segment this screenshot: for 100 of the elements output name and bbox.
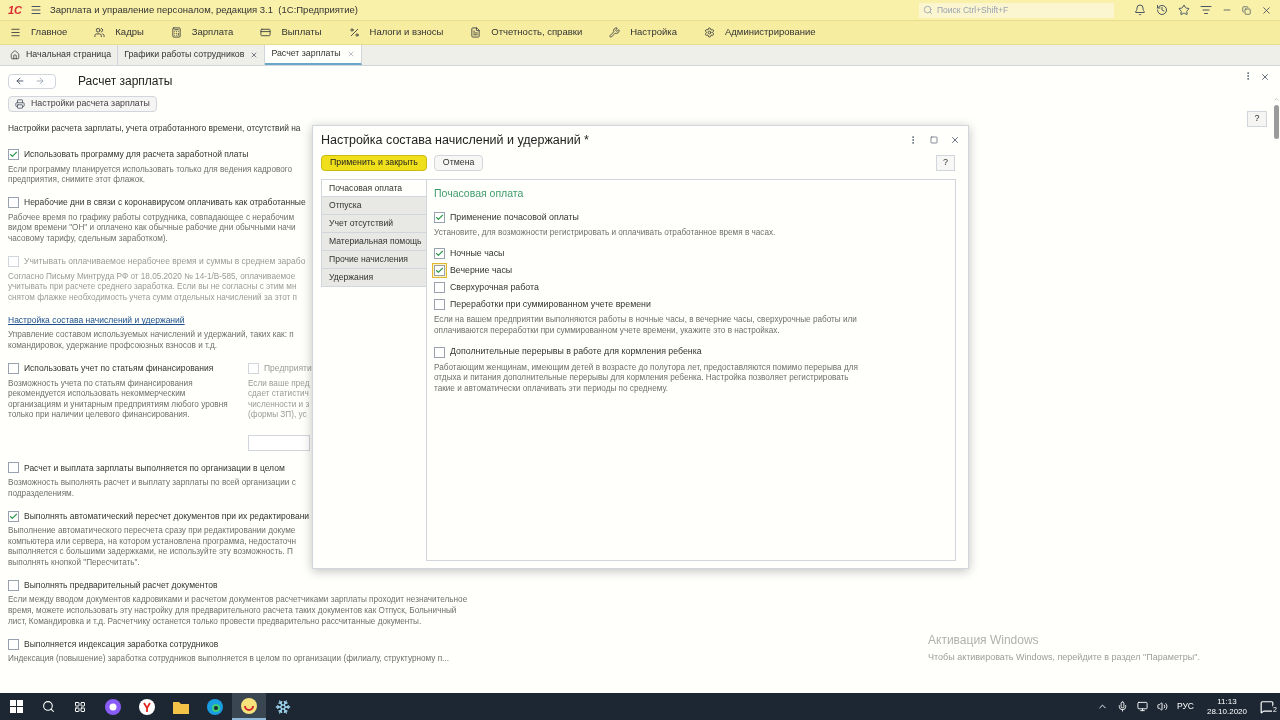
home-icon bbox=[10, 50, 20, 60]
option-label: Сверхурочная работа bbox=[450, 281, 539, 295]
option-label: Применение почасовой оплаты bbox=[450, 210, 579, 224]
option-label: Предприяти bbox=[264, 362, 312, 375]
section-tab[interactable]: Почасовая оплата bbox=[321, 179, 426, 197]
tab[interactable]: Расчет зарплаты bbox=[265, 45, 362, 65]
section-tab[interactable]: Учет отсутствий bbox=[321, 215, 426, 233]
section-tab[interactable]: Отпуска bbox=[321, 197, 426, 215]
network-icon[interactable] bbox=[1136, 701, 1148, 712]
description-line: Работающим женщинам, имеющим детей в возрасте до полутора лет, предоставляются помимо перерыва для bbox=[434, 362, 858, 373]
bell-icon[interactable] bbox=[1134, 4, 1146, 16]
section-menu-item[interactable]: Зарплата bbox=[170, 25, 234, 40]
close-icon[interactable] bbox=[950, 135, 960, 145]
folder-icon bbox=[173, 699, 189, 714]
notification-icon bbox=[1260, 699, 1274, 714]
close-icon[interactable] bbox=[1260, 72, 1270, 82]
maximize-icon[interactable] bbox=[930, 136, 938, 144]
option-label: Нерабочие дни в связи с коронавирусом оплачивать как отработанные bbox=[24, 196, 306, 210]
help-button[interactable]: ? bbox=[1247, 111, 1267, 127]
description-line: командировок, удержание профсоюзных взносов и т.д. bbox=[8, 340, 218, 352]
navigation-buttons[interactable] bbox=[8, 73, 56, 89]
section-menu-item[interactable]: Налоги и взносы bbox=[348, 25, 444, 40]
description-line: численности и з bbox=[248, 399, 310, 410]
checkbox[interactable] bbox=[8, 363, 19, 375]
history-icon[interactable] bbox=[1156, 4, 1168, 16]
printer-icon bbox=[15, 99, 25, 109]
option-label: Переработки при суммированном учете времени bbox=[450, 298, 651, 312]
description-line: (формы ЗП), ус bbox=[248, 410, 307, 421]
description-line: Рабочее время по графику работы сотрудника, совпадающее с нерабочим bbox=[8, 212, 295, 223]
clock[interactable]: 11:13 28.10.2020 bbox=[1202, 696, 1251, 717]
checkbox[interactable] bbox=[434, 211, 445, 223]
section-menu-item[interactable]: Главное bbox=[10, 25, 68, 40]
section-menu-item[interactable]: Администрирование bbox=[704, 25, 816, 40]
window-title: Зарплата и управление персоналом, редакция 3.1 (1С:Предприятие) bbox=[50, 2, 358, 17]
description-line: Если на вашем предприятии выполняются работы в ночные часы, в вечерние часы, сверхурочные работы или bbox=[434, 315, 857, 326]
description-line: Выполнение автоматического пересчета сразу при редактировании докуме bbox=[8, 526, 296, 537]
wrench-icon bbox=[609, 27, 621, 38]
close-icon[interactable] bbox=[250, 51, 259, 59]
checkbox[interactable] bbox=[434, 282, 445, 294]
forward-arrow-icon bbox=[35, 76, 45, 86]
dialog-title: Настройка состава начислений и удержаний * bbox=[321, 131, 590, 149]
checkbox[interactable] bbox=[8, 197, 19, 209]
search-icon bbox=[923, 5, 933, 15]
language-indicator[interactable]: РУС bbox=[1176, 700, 1194, 713]
section-tab[interactable]: Удержания bbox=[321, 269, 426, 287]
settings-button[interactable]: Настройки расчета зарплаты bbox=[8, 96, 157, 112]
option-label: Расчет и выплата зарплаты выполняется по организации в целом bbox=[24, 461, 285, 475]
checkbox[interactable] bbox=[8, 580, 19, 591]
checkbox[interactable] bbox=[8, 510, 19, 522]
option-label: Использовать учет по статьям финансирования bbox=[24, 362, 214, 375]
checkbox[interactable] bbox=[434, 299, 445, 311]
section-menu-item[interactable]: Отчетность, справки bbox=[470, 25, 583, 40]
people-icon bbox=[94, 27, 106, 38]
checkbox[interactable] bbox=[434, 265, 445, 277]
dialog-button[interactable]: Отмена bbox=[433, 155, 484, 171]
taskbar-app[interactable] bbox=[232, 693, 266, 720]
dialog-button[interactable]: Применить и закрыть bbox=[321, 155, 427, 171]
option-label: Выполнять предварительный расчет документов bbox=[24, 579, 218, 592]
activation-title: Активация Windows bbox=[928, 632, 1040, 649]
description-line: предприятия, снимите этот флажок. bbox=[8, 175, 146, 186]
restore-icon[interactable] bbox=[1242, 5, 1251, 15]
calc-icon bbox=[170, 27, 182, 38]
section-menu-item[interactable]: Настройка bbox=[609, 25, 677, 40]
description-line: часовому тарифу, сдельным заработком). bbox=[8, 234, 168, 245]
description-line: время, можете использовать эту настройку для предварительного расчета таких документов как Отпуск, Больничный bbox=[8, 606, 457, 617]
description-line: выполнять кнопкой "Пересчитать". bbox=[8, 557, 140, 569]
description-line: лист, Командировка и т.д. Расчетчику останется только провести предварительно рассчитанные документы. bbox=[8, 616, 422, 628]
checkbox[interactable] bbox=[434, 248, 445, 260]
checkbox[interactable] bbox=[434, 346, 445, 358]
star-icon[interactable] bbox=[1178, 4, 1190, 16]
description-line: Возможность учета по статьям финансирования bbox=[8, 378, 193, 390]
description-line: только при наличии целевого финансирования. bbox=[8, 410, 190, 421]
description-line: оплачиваются переработки при суммированном учете времени, укажите это в настройках. bbox=[434, 325, 780, 337]
filter-icon[interactable] bbox=[1200, 4, 1212, 16]
section-menu-item[interactable]: Кадры bbox=[94, 25, 144, 40]
page-title: Расчет зарплаты bbox=[78, 73, 173, 90]
microphone-icon[interactable] bbox=[1116, 701, 1128, 712]
help-button[interactable]: ? bbox=[936, 155, 955, 171]
percent-icon bbox=[348, 27, 360, 38]
close-icon[interactable] bbox=[1261, 4, 1272, 16]
checkbox[interactable] bbox=[8, 462, 19, 474]
description-line: Установите, для возможности регистрировать и оплачивать отработанное время в часах. bbox=[434, 227, 776, 239]
volume-icon[interactable] bbox=[1156, 701, 1168, 712]
option-label: Использовать программу для расчета заработной платы bbox=[24, 148, 249, 161]
description-line: Если ваше пред bbox=[248, 378, 310, 390]
section-tab[interactable]: Прочие начисления bbox=[321, 251, 426, 269]
description-line: Если между вводом документов кадровиками и расчетом документов расчетчиками зарплаты проходит незначительное bbox=[8, 595, 468, 606]
search-placeholder: Поиск Ctrl+Shift+F bbox=[937, 3, 1009, 17]
description-line: организациям и унитарным предприятиям любого уровня bbox=[8, 399, 228, 410]
checkbox[interactable] bbox=[8, 149, 19, 161]
section-menu-item[interactable]: Выплаты bbox=[260, 25, 322, 40]
tab[interactable]: Начальная страница bbox=[4, 45, 119, 65]
task-view-icon bbox=[74, 700, 86, 713]
section-tab[interactable]: Материальная помощь bbox=[321, 233, 426, 251]
checkbox[interactable] bbox=[8, 638, 19, 650]
description-line: видом времени "ОН" и оплачено как обычные рабочие дни обычными начи bbox=[8, 223, 296, 234]
settings-link[interactable]: Настройка состава начислений и удержаний bbox=[8, 314, 185, 327]
card-icon bbox=[260, 27, 272, 38]
app-icon bbox=[241, 697, 257, 714]
menu-icon[interactable] bbox=[30, 4, 43, 16]
